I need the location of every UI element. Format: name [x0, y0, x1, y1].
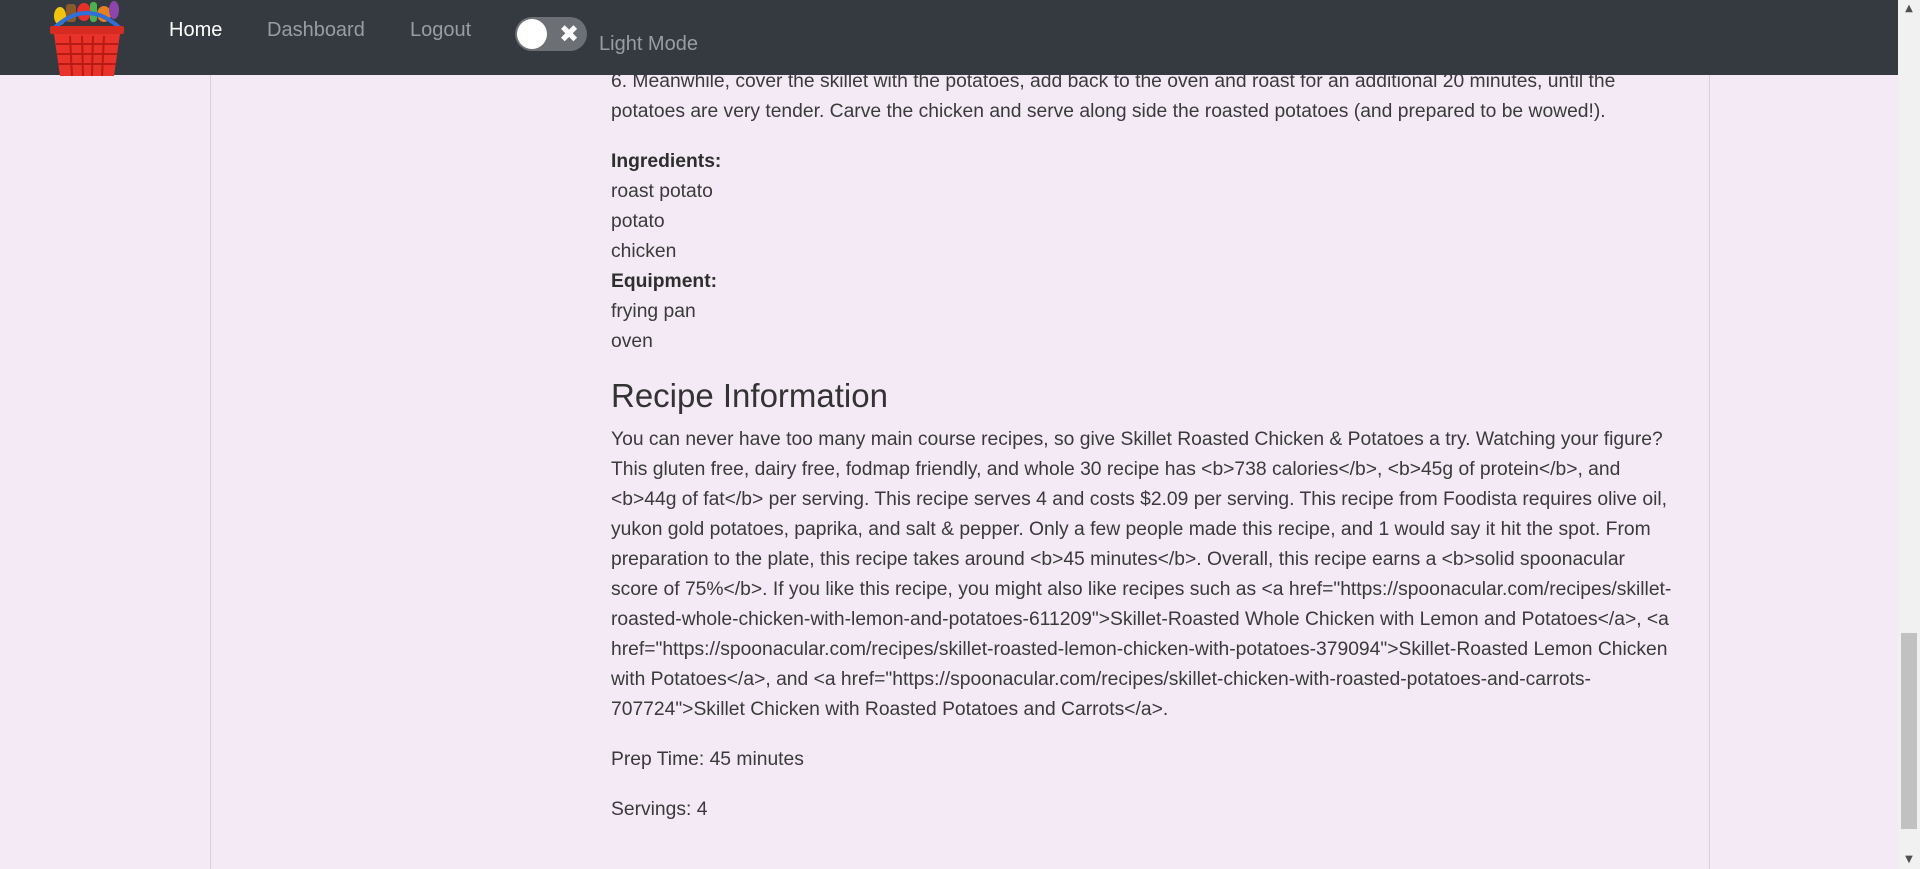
navbar: Home Dashboard Logout ✖ Light Mode	[0, 0, 1898, 78]
instruction-step: 6. Meanwhile, cover the skillet with the…	[611, 71, 1616, 122]
toggle-knob	[517, 19, 547, 49]
recipe-information-text: You can never have too many main course …	[611, 429, 1672, 720]
prep-time: Prep Time: 45 minutes	[611, 749, 804, 770]
recipe-information-heading: Recipe Information	[611, 377, 888, 414]
equipment-item: oven	[611, 331, 653, 352]
ingredient-item: potato	[611, 211, 665, 232]
ingredient-item: chicken	[611, 241, 677, 262]
scrollbar-thumb[interactable]	[1901, 633, 1917, 829]
ingredient-item: roast potato	[611, 181, 713, 202]
theme-toggle[interactable]: ✖	[515, 17, 587, 51]
scroll-down-arrow-icon[interactable]: ▼	[1898, 851, 1920, 869]
equipment-label: Equipment:	[611, 271, 718, 292]
servings: Servings: 4	[611, 799, 708, 820]
nav-logout[interactable]: Logout	[410, 19, 471, 42]
close-icon: ✖	[559, 20, 580, 48]
grocery-basket-logo-icon[interactable]	[46, 0, 128, 78]
theme-toggle-label: Light Mode	[599, 33, 698, 55]
equipment-item: frying pan	[611, 301, 696, 322]
ingredients-section: Ingredients: roast potato potato chicken	[611, 147, 1674, 267]
scroll-up-arrow-icon[interactable]: ▲	[1898, 0, 1920, 18]
nav-home[interactable]: Home	[169, 19, 222, 42]
ingredients-label: Ingredients:	[611, 151, 722, 172]
equipment-section: Equipment: frying pan oven	[611, 267, 1674, 357]
recipe-content: 6. Meanwhile, cover the skillet with the…	[611, 67, 1674, 845]
page-scrollbar[interactable]: ▲ ▼	[1898, 0, 1920, 869]
nav-dashboard[interactable]: Dashboard	[267, 19, 365, 42]
